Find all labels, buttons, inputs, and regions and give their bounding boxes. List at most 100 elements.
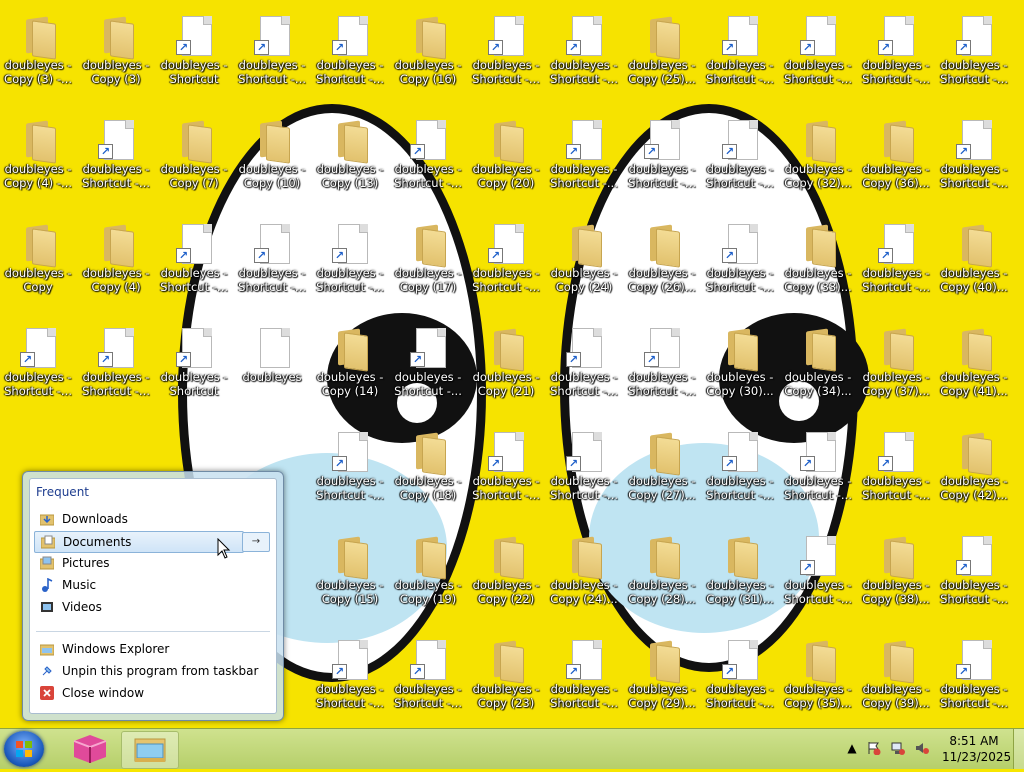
desktop-icon-shortcut[interactable]: ↗ doubleyes - Shortcut -...	[546, 6, 622, 102]
jumplist-item-downloads[interactable]: Downloads	[34, 509, 270, 529]
desktop-icon-folder[interactable]: doubleyes - Copy (15)	[312, 526, 388, 622]
explorer-jump-list[interactable]: Frequent Downloads Documents → Pictures	[22, 471, 284, 721]
desktop-icon-shortcut[interactable]: ↗ doubleyes - Shortcut -...	[546, 318, 622, 414]
desktop-icon-shortcut[interactable]: ↗ doubleyes - Shortcut -...	[78, 110, 154, 206]
desktop-icon-folder[interactable]: doubleyes - Copy (19)	[390, 526, 466, 622]
desktop[interactable]: doubleyes - Copy (3) -... doubleyes - Cop…	[0, 0, 1024, 728]
desktop-icon-folder[interactable]: doubleyes - Copy (31)...	[702, 526, 778, 622]
desktop-icon-shortcut[interactable]: ↗ doubleyes - Shortcut -...	[702, 214, 778, 310]
volume-muted-icon[interactable]	[915, 741, 929, 755]
desktop-icon-shortcut[interactable]: ↗ doubleyes - Shortcut -...	[312, 422, 388, 518]
desktop-icon-folder[interactable]: doubleyes - Copy (36)...	[858, 110, 934, 206]
desktop-icon-shortcut[interactable]: ↗ doubleyes - Shortcut -...	[312, 214, 388, 310]
desktop-icon-folder[interactable]: doubleyes - Copy (35)...	[780, 630, 856, 726]
desktop-icon-shortcut[interactable]: ↗ doubleyes - Shortcut -...	[468, 214, 544, 310]
desktop-icon-folder[interactable]: doubleyes - Copy (17)	[390, 214, 466, 310]
desktop-icon-folder[interactable]: doubleyes - Copy (3) -...	[0, 6, 76, 102]
desktop-icon-folder[interactable]: doubleyes - Copy (38)...	[858, 526, 934, 622]
desktop-icon-folder[interactable]: doubleyes - Copy (21)	[468, 318, 544, 414]
action-center-icon[interactable]	[867, 741, 881, 756]
jumplist-item-music[interactable]: Music	[34, 575, 270, 595]
desktop-icon-folder[interactable]: doubleyes - Copy (24)	[546, 214, 622, 310]
pin-icon[interactable]: →	[242, 532, 270, 552]
desktop-icon-folder[interactable]: doubleyes - Copy (32)...	[780, 110, 856, 206]
jumplist-unpin[interactable]: Unpin this program from taskbar	[34, 661, 270, 681]
desktop-icon-shortcut[interactable]: ↗ doubleyes - Shortcut -...	[546, 110, 622, 206]
jumplist-item-pictures[interactable]: Pictures	[34, 553, 270, 573]
desktop-icon-shortcut[interactable]: ↗ doubleyes - Shortcut -...	[546, 630, 622, 726]
desktop-icon-folder[interactable]: doubleyes - Copy (4) -...	[0, 110, 76, 206]
desktop-icon-shortcut[interactable]: ↗ doubleyes - Shortcut -...	[624, 110, 700, 206]
desktop-icon-shortcut[interactable]: ↗ doubleyes - Shortcut -...	[390, 318, 466, 414]
desktop-icon-folder[interactable]: doubleyes - Copy (22)	[468, 526, 544, 622]
desktop-icon-shortcut[interactable]: ↗ doubleyes - Shortcut -...	[546, 422, 622, 518]
desktop-icon-shortcut[interactable]: ↗ doubleyes - Shortcut -...	[936, 630, 1012, 726]
desktop-icon-folder[interactable]: doubleyes - Copy (16)	[390, 6, 466, 102]
desktop-icon-shortcut[interactable]: ↗ doubleyes - Shortcut -...	[936, 526, 1012, 622]
desktop-icon-file[interactable]: doubleyes	[234, 318, 310, 414]
desktop-icon-folder[interactable]: doubleyes - Copy (4)	[78, 214, 154, 310]
jumplist-item-videos[interactable]: Videos	[34, 597, 270, 617]
desktop-icon-shortcut[interactable]: ↗ doubleyes - Shortcut -...	[624, 318, 700, 414]
desktop-icon-label: doubleyes - Copy (20)	[472, 162, 540, 190]
jumplist-item-documents[interactable]: Documents	[34, 531, 244, 553]
desktop-icon-shortcut[interactable]: ↗ doubleyes - Shortcut -...	[390, 110, 466, 206]
desktop-icon-shortcut[interactable]: ↗ doubleyes - Shortcut -...	[780, 526, 856, 622]
desktop-icon-shortcut[interactable]: ↗ doubleyes - Shortcut -...	[156, 214, 232, 310]
desktop-icon-shortcut[interactable]: ↗ doubleyes - Shortcut -...	[858, 214, 934, 310]
desktop-icon-shortcut[interactable]: ↗ doubleyes - Shortcut -...	[234, 214, 310, 310]
desktop-icon-folder[interactable]: doubleyes - Copy (27)...	[624, 422, 700, 518]
desktop-icon-folder[interactable]: doubleyes - Copy (18)	[390, 422, 466, 518]
desktop-icon-shortcut[interactable]: ↗ doubleyes - Shortcut -...	[780, 422, 856, 518]
desktop-icon-shortcut[interactable]: ↗ doubleyes - Shortcut -...	[234, 6, 310, 102]
desktop-icon-folder[interactable]: doubleyes - Copy	[0, 214, 76, 310]
desktop-icon-shortcut[interactable]: ↗ doubleyes - Shortcut -...	[936, 110, 1012, 206]
desktop-icon-folder[interactable]: doubleyes - Copy (25)...	[624, 6, 700, 102]
jumplist-close-window[interactable]: Close window	[34, 683, 270, 703]
desktop-icon-shortcut[interactable]: ↗ doubleyes - Shortcut -...	[312, 6, 388, 102]
desktop-icon-shortcut[interactable]: ↗ doubleyes - Shortcut -...	[702, 6, 778, 102]
desktop-icon-shortcut[interactable]: ↗ doubleyes - Shortcut -...	[78, 318, 154, 414]
network-icon[interactable]	[891, 741, 905, 755]
desktop-icon-folder[interactable]: doubleyes - Copy (30)...	[702, 318, 778, 414]
desktop-icon-shortcut[interactable]: ↗ doubleyes - Shortcut	[156, 318, 232, 414]
desktop-icon-shortcut[interactable]: ↗ doubleyes - Shortcut -...	[0, 318, 76, 414]
desktop-icon-shortcut[interactable]: ↗ doubleyes - Shortcut -...	[780, 6, 856, 102]
desktop-icon-folder[interactable]: doubleyes - Copy (3)	[78, 6, 154, 102]
desktop-icon-folder[interactable]: doubleyes - Copy (41)...	[936, 318, 1012, 414]
desktop-icon-folder[interactable]: doubleyes - Copy (28)...	[624, 526, 700, 622]
desktop-icon-folder[interactable]: doubleyes - Copy (34)...	[780, 318, 856, 414]
desktop-icon-shortcut[interactable]: ↗ doubleyes - Shortcut -...	[702, 110, 778, 206]
desktop-icon-folder[interactable]: doubleyes - Copy (40)...	[936, 214, 1012, 310]
show-hidden-icons-icon[interactable]: ▲	[845, 741, 859, 755]
desktop-icon-folder[interactable]: doubleyes - Copy (29)...	[624, 630, 700, 726]
desktop-icon-shortcut[interactable]: ↗ doubleyes - Shortcut -...	[468, 422, 544, 518]
desktop-icon-shortcut[interactable]: ↗ doubleyes - Shortcut	[156, 6, 232, 102]
desktop-icon-folder[interactable]: doubleyes - Copy (13)	[312, 110, 388, 206]
show-desktop-button[interactable]	[1013, 729, 1024, 769]
desktop-icon-shortcut[interactable]: ↗ doubleyes - Shortcut -...	[702, 422, 778, 518]
desktop-icon-folder[interactable]: doubleyes - Copy (14)	[312, 318, 388, 414]
desktop-icon-folder[interactable]: doubleyes - Copy (23)	[468, 630, 544, 726]
desktop-icon-shortcut[interactable]: ↗ doubleyes - Shortcut -...	[312, 630, 388, 726]
desktop-icon-folder[interactable]: doubleyes - Copy (7)	[156, 110, 232, 206]
desktop-icon-folder[interactable]: doubleyes - Copy (33)...	[780, 214, 856, 310]
desktop-icon-folder[interactable]: doubleyes - Copy (24)...	[546, 526, 622, 622]
clock[interactable]: 8:51 AM 11/23/2025	[942, 733, 1011, 765]
desktop-icon-folder[interactable]: doubleyes - Copy (10)	[234, 110, 310, 206]
desktop-icon-folder[interactable]: doubleyes - Copy (39)...	[858, 630, 934, 726]
desktop-icon-shortcut[interactable]: ↗ doubleyes - Shortcut -...	[702, 630, 778, 726]
taskbar-app-button[interactable]	[62, 731, 118, 767]
desktop-icon-shortcut[interactable]: ↗ doubleyes - Shortcut -...	[858, 6, 934, 102]
desktop-icon-folder[interactable]: doubleyes - Copy (37)...	[858, 318, 934, 414]
desktop-icon-folder[interactable]: doubleyes - Copy (26)...	[624, 214, 700, 310]
taskbar-explorer-button[interactable]	[121, 731, 179, 769]
desktop-icon-shortcut[interactable]: ↗ doubleyes - Shortcut -...	[468, 6, 544, 102]
desktop-icon-shortcut[interactable]: ↗ doubleyes - Shortcut -...	[390, 630, 466, 726]
start-button[interactable]	[4, 731, 44, 767]
jumplist-windows-explorer[interactable]: Windows Explorer	[34, 639, 270, 659]
desktop-icon-folder[interactable]: doubleyes - Copy (20)	[468, 110, 544, 206]
desktop-icon-folder[interactable]: doubleyes - Copy (42)...	[936, 422, 1012, 518]
desktop-icon-shortcut[interactable]: ↗ doubleyes - Shortcut -...	[858, 422, 934, 518]
desktop-icon-shortcut[interactable]: ↗ doubleyes - Shortcut -...	[936, 6, 1012, 102]
